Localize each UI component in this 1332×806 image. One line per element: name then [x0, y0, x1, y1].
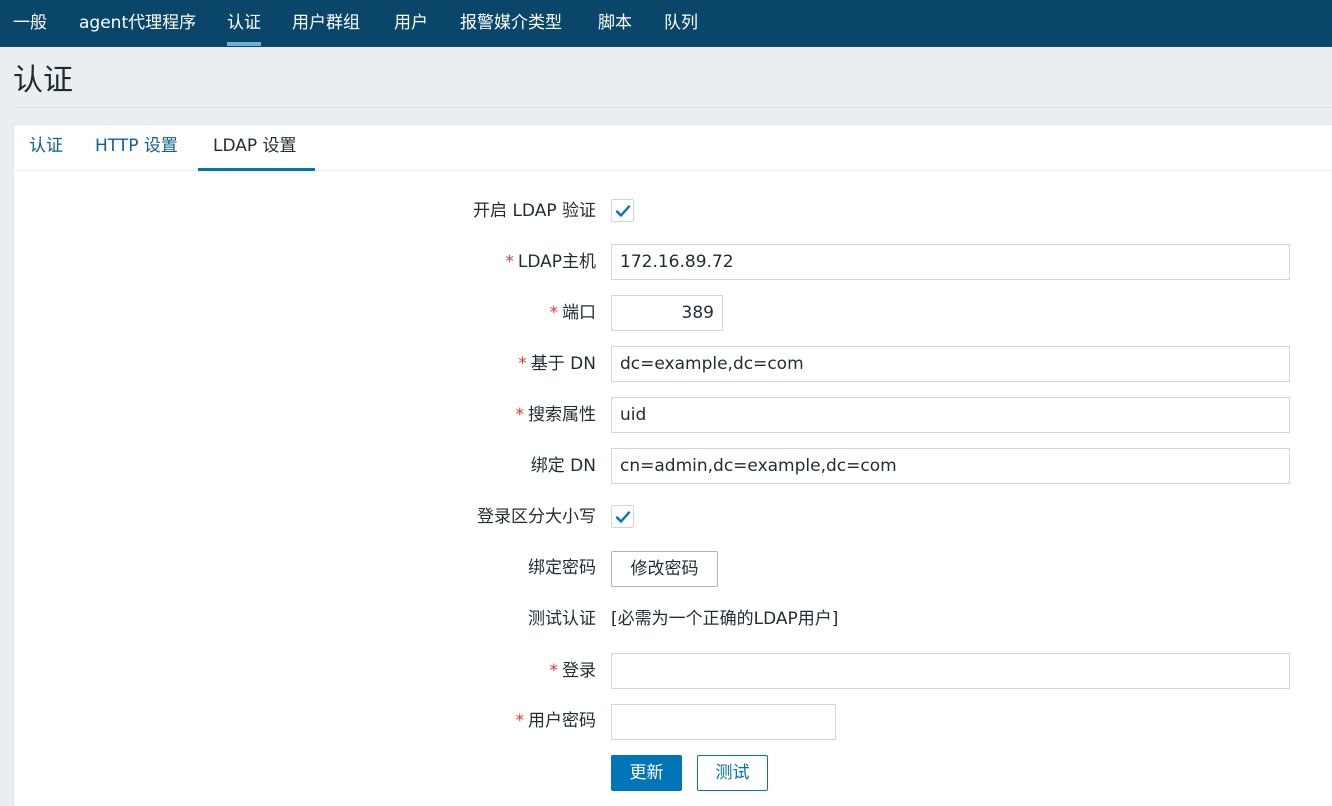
test-button[interactable]: 测试 [697, 755, 768, 791]
checkmark-icon [615, 511, 631, 523]
update-button[interactable]: 更新 [611, 755, 682, 791]
change-password-button[interactable]: 修改密码 [611, 551, 718, 587]
port-label-text: 端口 [562, 303, 596, 323]
base-dn-label-text: 基于 DN [530, 354, 596, 374]
required-mark: * [515, 405, 525, 425]
top-nav-bar: 一般 agent代理程序 认证 用户群组 用户 报警媒介类型 脚本 队列 [0, 0, 1332, 47]
ldap-host-label: * LDAP主机 [505, 245, 596, 279]
test-auth-note: [必需为一个正确的LDAP用户] [611, 609, 839, 629]
nav-item-general[interactable]: 一般 [13, 0, 47, 47]
search-attribute-label: * 搜索属性 [516, 398, 597, 432]
user-password-label-text: 用户密码 [528, 711, 596, 731]
nav-item-agent-proxy[interactable]: agent代理程序 [79, 0, 196, 47]
base-dn-label: * 基于 DN [518, 347, 596, 381]
required-mark: * [518, 354, 527, 374]
user-password-input[interactable] [611, 704, 836, 740]
port-input[interactable]: 389 [611, 295, 723, 331]
enable-ldap-checkbox[interactable] [611, 199, 634, 222]
page-title: 认证 [13, 63, 73, 98]
required-mark: * [549, 303, 559, 323]
ldap-host-input[interactable]: 172.16.89.72 [611, 244, 1290, 280]
nav-item-users[interactable]: 用户 [394, 0, 428, 47]
nav-item-user-groups[interactable]: 用户群组 [292, 0, 360, 47]
test-auth-label: 测试认证 [528, 609, 596, 629]
required-mark: * [549, 661, 559, 681]
login-input[interactable] [611, 653, 1290, 689]
base-dn-input[interactable]: dc=example,dc=com [611, 346, 1290, 382]
bind-password-label: 绑定密码 [528, 558, 596, 578]
case-sensitive-label: 登录区分大小写 [477, 507, 596, 527]
nav-item-queue[interactable]: 队列 [664, 0, 698, 47]
case-sensitive-checkbox[interactable] [611, 505, 634, 528]
tab-authentication[interactable]: 认证 [29, 125, 63, 170]
bind-dn-label: 绑定 DN [530, 456, 596, 476]
bind-dn-input[interactable]: cn=admin,dc=example,dc=com [611, 448, 1290, 484]
search-attribute-label-text: 搜索属性 [528, 405, 596, 425]
tab-http-settings[interactable]: HTTP 设置 [95, 125, 178, 170]
user-password-label: * 用户密码 [516, 704, 597, 738]
search-attribute-input[interactable]: uid [611, 397, 1290, 433]
login-label: * 登录 [550, 654, 597, 688]
checkmark-icon [615, 205, 631, 217]
ldap-host-label-text: LDAP主机 [517, 252, 596, 272]
title-divider [13, 107, 1332, 108]
nav-item-media-types[interactable]: 报警媒介类型 [460, 0, 562, 47]
required-mark: * [515, 711, 525, 731]
enable-ldap-label: 开启 LDAP 验证 [473, 201, 596, 221]
nav-item-authentication[interactable]: 认证 [227, 0, 261, 47]
tab-ldap-settings[interactable]: LDAP 设置 [198, 125, 315, 171]
port-label: * 端口 [550, 296, 597, 330]
login-label-text: 登录 [562, 661, 596, 681]
nav-item-scripts[interactable]: 脚本 [598, 0, 632, 47]
required-mark: * [505, 252, 514, 272]
